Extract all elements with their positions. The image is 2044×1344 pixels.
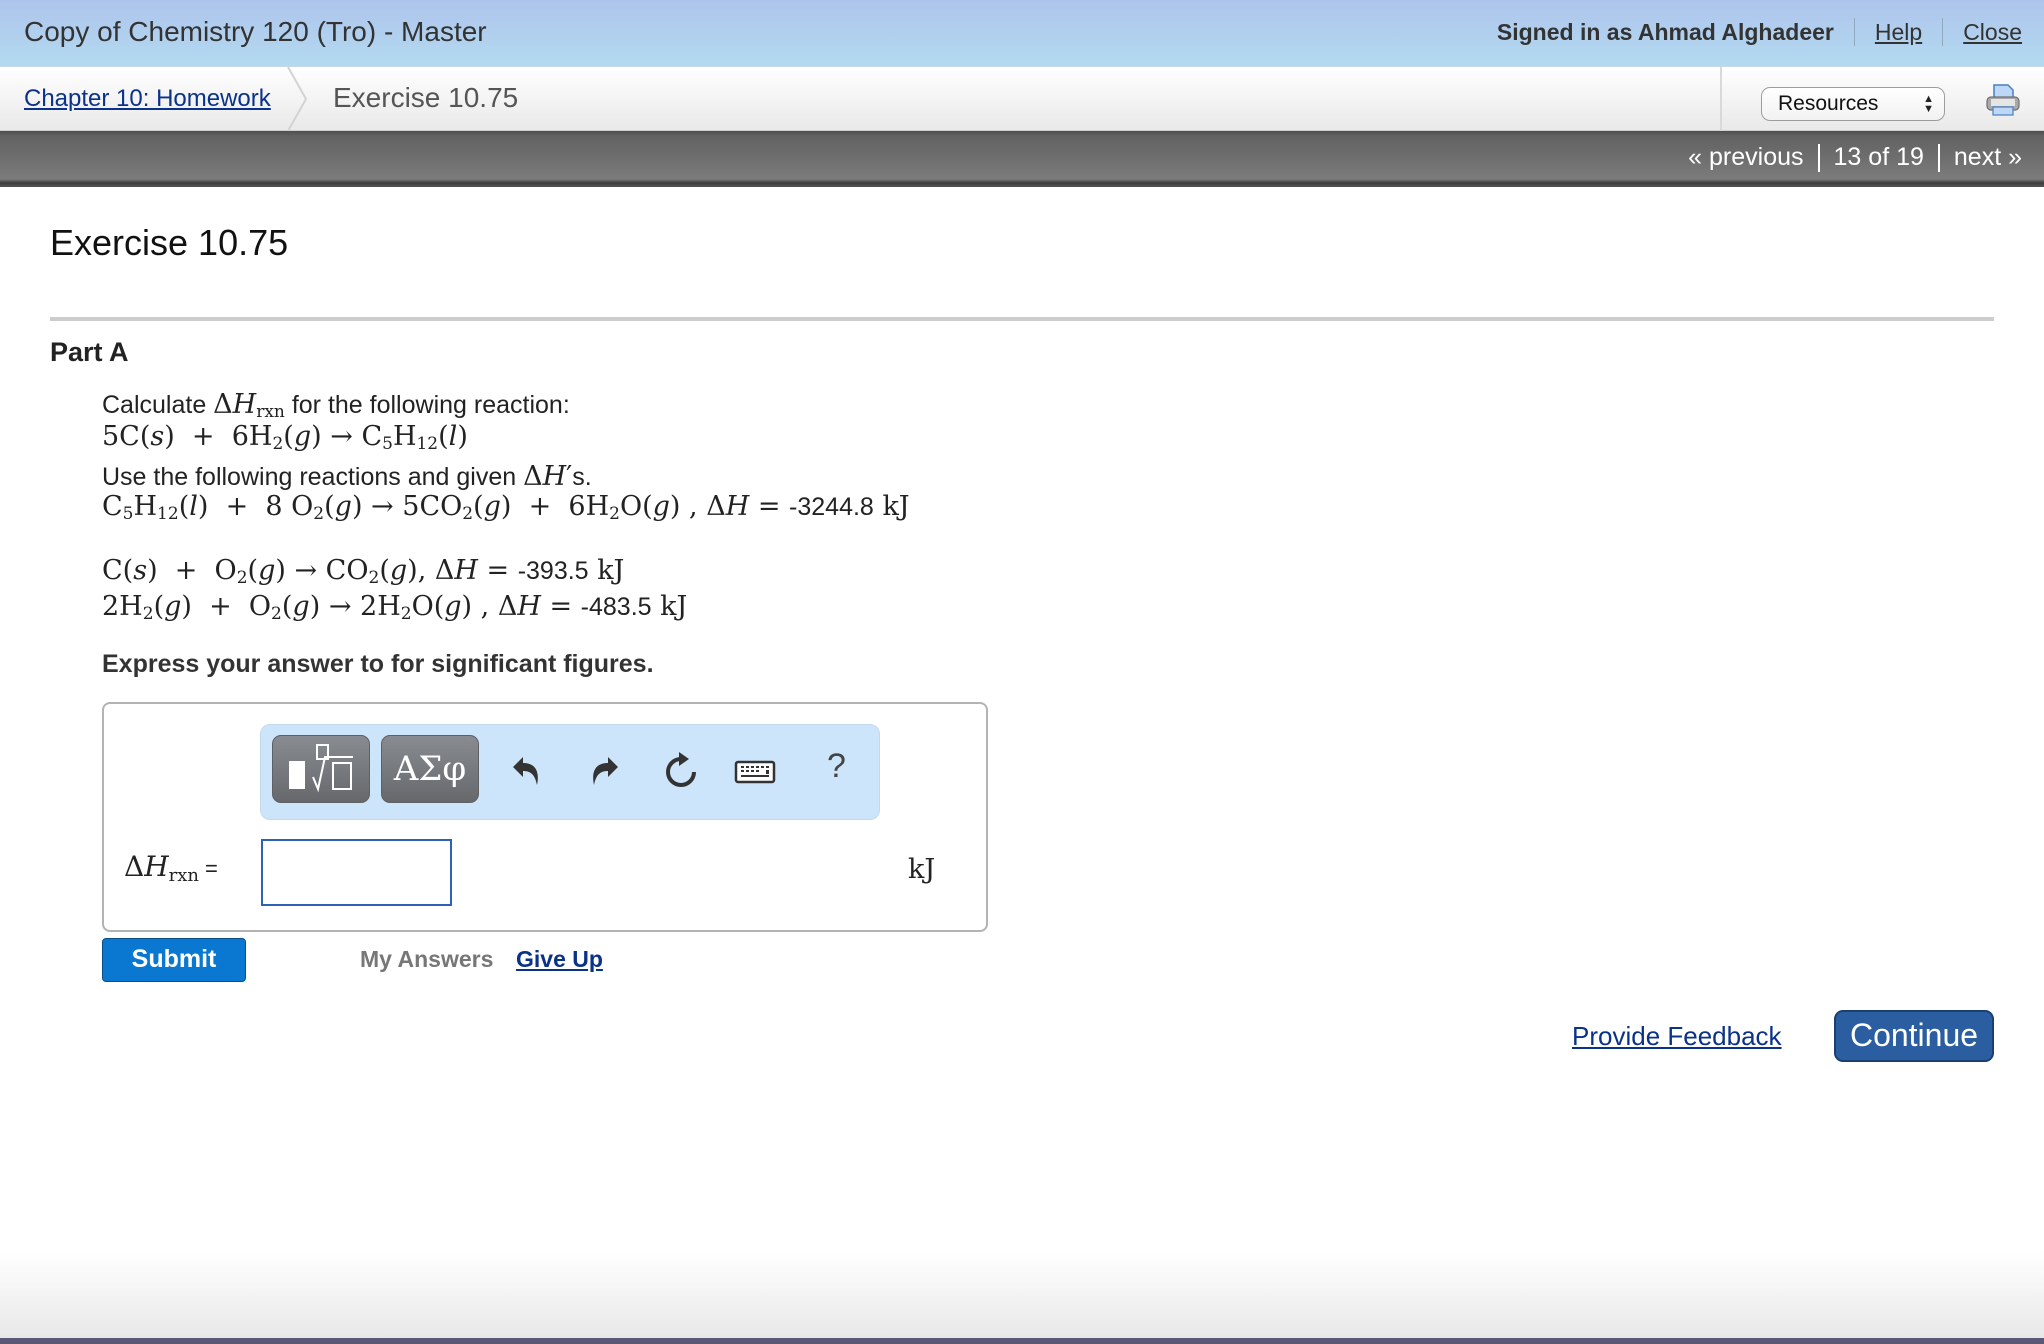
reaction-2-dh-value: -393.5: [517, 557, 589, 585]
reaction-1-unit: kJ: [882, 491, 910, 522]
breadcrumb-chapter-link[interactable]: Chapter 10: Homework: [24, 85, 271, 113]
math-toolbar: ΑΣφ ?: [260, 724, 880, 820]
equals-sign: =: [205, 856, 218, 881]
reaction-3: 2H2(g) + O2(g) → 2H2O(g) , ΔH = -483.5 k…: [102, 591, 688, 624]
given-intro: Use the following reactions and given ΔH…: [102, 461, 592, 492]
reaction-3-dh-value: -483.5: [580, 593, 652, 621]
answer-label: ΔHrxn =: [124, 850, 218, 886]
help-button[interactable]: ?: [827, 747, 846, 786]
navigation-bar: « previous 13 of 19 next »: [0, 131, 2044, 187]
desktop-background: [0, 1338, 2044, 1344]
provide-feedback-link[interactable]: Provide Feedback: [1572, 1021, 1782, 1052]
resources-select-value: Resources: [1778, 92, 1879, 115]
breadcrumb-current: Exercise 10.75: [333, 82, 519, 113]
page-title: Exercise 10.75: [50, 222, 289, 263]
delta-h-symbol: ΔH′: [523, 461, 573, 492]
reaction-3-unit: kJ: [660, 591, 688, 622]
reaction-1: C5H12(l) + 8 O2(g) → 5CO2(g) + 6H2O(g) ,…: [102, 491, 910, 524]
divider: [1817, 143, 1820, 172]
signed-in-text: Signed in as Ahmad Alghadeer: [1496, 18, 1834, 45]
prompt-text: for the following reaction:: [284, 391, 570, 419]
divider: [50, 317, 1994, 321]
divider: [1720, 67, 1722, 131]
next-link[interactable]: next »: [1954, 143, 2022, 172]
select-arrows-icon: ▲ ▼: [1923, 93, 1934, 115]
page-position: 13 of 19: [1833, 143, 1924, 171]
continue-button[interactable]: Continue: [1834, 1010, 1994, 1062]
window-bottom-shadow: [0, 1252, 2044, 1338]
symbols-label: ΑΣφ: [393, 749, 467, 789]
previous-link[interactable]: « previous: [1688, 143, 1803, 172]
printer-icon[interactable]: [1985, 83, 2021, 117]
prompt-line: Calculate ΔHrxn for the following reacti…: [102, 389, 570, 422]
delta-h-rxn-symbol: ΔHrxn: [213, 389, 285, 422]
divider: [1853, 18, 1855, 46]
part-title: Part A: [50, 337, 129, 367]
answer-box: ΑΣφ ? ΔHrxn = kJ: [102, 702, 988, 932]
app-title: Copy of Chemistry 120 (Tro) - Master: [24, 16, 487, 47]
target-reaction: 5C(s) + 6H2(g) → C5H12(l): [102, 421, 468, 454]
submit-button[interactable]: Submit: [102, 938, 246, 982]
divider: [1942, 18, 1944, 46]
resources-select[interactable]: Resources ▲ ▼: [1761, 87, 1945, 121]
prompt-text: Calculate: [102, 391, 214, 419]
given-intro-text: Use the following reactions and given: [102, 463, 524, 491]
reaction-1-dh-value: -3244.8: [789, 493, 874, 521]
redo-icon[interactable]: [584, 751, 624, 791]
symbols-button[interactable]: ΑΣφ: [381, 735, 479, 803]
reaction-2: C(s) + O2(g) → CO2(g), ΔH = -393.5 kJ: [102, 555, 625, 588]
top-bar: Copy of Chemistry 120 (Tro) - Master Sig…: [0, 0, 2044, 67]
given-intro-text: s.: [572, 463, 592, 491]
my-answers-label: My Answers: [360, 946, 494, 972]
reset-icon[interactable]: [661, 751, 701, 791]
undo-icon[interactable]: [507, 751, 547, 791]
close-link[interactable]: Close: [1963, 19, 2022, 46]
keyboard-icon[interactable]: [733, 751, 777, 791]
pager: « previous 13 of 19 next »: [1688, 143, 2022, 172]
breadcrumb: Chapter 10: Homework Exercise 10.75 Reso…: [0, 67, 2044, 131]
templates-icon: [289, 744, 353, 793]
reaction-2-unit: kJ: [597, 555, 625, 586]
divider: [1937, 143, 1940, 172]
instruction-text: Express your answer to for significant f…: [102, 650, 654, 678]
give-up-link[interactable]: Give Up: [516, 946, 603, 973]
breadcrumb-chevron-icon: [287, 67, 308, 131]
account-area: Signed in as Ahmad Alghadeer Help Close: [1497, 18, 2022, 46]
templates-button[interactable]: [272, 735, 370, 803]
answer-unit: kJ: [908, 854, 936, 885]
help-link[interactable]: Help: [1875, 19, 1922, 46]
answer-input[interactable]: [261, 839, 452, 906]
